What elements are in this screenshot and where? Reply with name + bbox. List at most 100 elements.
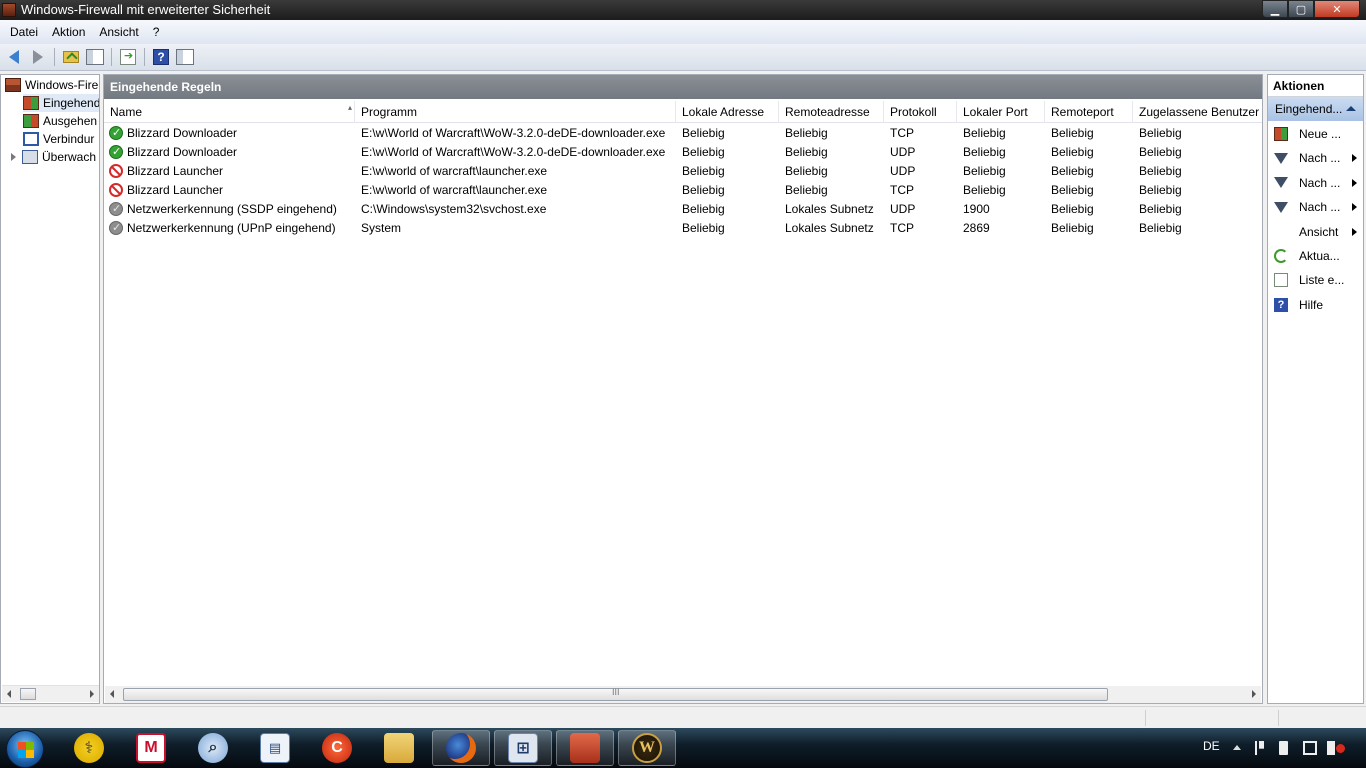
taskbar-app[interactable]: ⌕ bbox=[184, 730, 242, 766]
tree-item-connection-security[interactable]: Verbindur bbox=[23, 130, 94, 148]
action-item[interactable]: Neue ... bbox=[1268, 122, 1363, 146]
action-item[interactable]: Nach ... bbox=[1268, 195, 1363, 219]
taskbar-app[interactable]: ⊞ bbox=[494, 730, 552, 766]
forward-button[interactable] bbox=[27, 46, 49, 68]
scrollbar-thumb[interactable]: III bbox=[123, 687, 1108, 701]
show-hide-action-pane-icon bbox=[176, 49, 194, 65]
action-center-flag-icon[interactable] bbox=[1255, 741, 1269, 755]
expand-icon[interactable] bbox=[11, 153, 16, 161]
window-controls: ▁ ▢ ✕ bbox=[1262, 0, 1360, 18]
mcafee-icon: M bbox=[136, 733, 166, 763]
volume-muted-icon[interactable] bbox=[1327, 741, 1345, 755]
firefox-icon bbox=[446, 733, 476, 763]
table-row[interactable]: Blizzard Downloader E:\w\World of Warcraf… bbox=[104, 124, 1262, 143]
menu-datei[interactable]: Datei bbox=[3, 22, 45, 42]
tree-horizontal-scrollbar[interactable] bbox=[2, 685, 99, 702]
column-header-remoteadresse[interactable]: Remoteadresse bbox=[779, 101, 884, 123]
taskbar-app[interactable] bbox=[432, 730, 490, 766]
power-icon[interactable] bbox=[1279, 741, 1288, 755]
action-item[interactable]: Nach ... bbox=[1268, 171, 1363, 195]
submenu-arrow-icon bbox=[1352, 227, 1357, 236]
cell-text: Beliebig bbox=[682, 126, 725, 140]
table-cell: 1900 bbox=[957, 200, 1045, 219]
table-cell: C:\Windows\system32\svchost.exe bbox=[355, 200, 676, 219]
scrollbar-thumb[interactable] bbox=[20, 688, 36, 700]
taskbar-app[interactable]: ▤ bbox=[246, 730, 304, 766]
tree-item-inbound[interactable]: Eingehend bbox=[23, 94, 99, 112]
filter-icon bbox=[1274, 177, 1288, 189]
action-item[interactable]: Liste e... bbox=[1268, 268, 1363, 292]
close-button[interactable]: ✕ bbox=[1314, 0, 1360, 18]
cell-text: TCP bbox=[890, 126, 914, 140]
action-item[interactable]: Ansicht bbox=[1268, 220, 1363, 244]
cell-text: Netzwerkerkennung (SSDP eingehend) bbox=[127, 202, 337, 216]
taskbar-app[interactable] bbox=[556, 730, 614, 766]
column-header-programm[interactable]: Programm bbox=[355, 101, 676, 123]
tree-root[interactable]: Windows-Fire bbox=[5, 76, 98, 94]
column-header-zugelassene-benutzer[interactable]: Zugelassene Benutzer bbox=[1133, 101, 1262, 123]
menu-aktion[interactable]: Aktion bbox=[45, 22, 92, 42]
menu-help[interactable]: ? bbox=[146, 22, 167, 42]
up-one-level-button[interactable] bbox=[60, 46, 82, 68]
show-hide-action-pane-button[interactable] bbox=[174, 46, 196, 68]
taskbar-app[interactable]: C bbox=[308, 730, 366, 766]
help-button[interactable]: ? bbox=[150, 46, 172, 68]
table-row[interactable]: Netzwerkerkennung (SSDP eingehend) C:\Win… bbox=[104, 200, 1262, 219]
network-tray-icon[interactable] bbox=[1303, 741, 1317, 755]
cell-text: E:\w\World of Warcraft\WoW-3.2.0-deDE-do… bbox=[361, 126, 666, 140]
table-cell: Beliebig bbox=[1045, 219, 1133, 238]
scroll-left-icon[interactable] bbox=[110, 690, 114, 698]
column-header-lokaler-port[interactable]: Lokaler Port bbox=[957, 101, 1045, 123]
actions-section-inbound[interactable]: Eingehend... bbox=[1268, 97, 1363, 121]
taskbar-app[interactable]: ⚕ bbox=[60, 730, 118, 766]
minimize-button[interactable]: ▁ bbox=[1262, 0, 1288, 18]
table-row[interactable]: Blizzard Downloader E:\w\World of Warcraf… bbox=[104, 143, 1262, 162]
table-cell: Beliebig bbox=[676, 124, 779, 143]
taskbar-app[interactable] bbox=[370, 730, 428, 766]
column-header-lokale-adresse[interactable]: Lokale Adresse bbox=[676, 101, 779, 123]
table-cell: Beliebig bbox=[1045, 200, 1133, 219]
back-button[interactable] bbox=[3, 46, 25, 68]
column-header-protokoll[interactable]: Protokoll bbox=[884, 101, 957, 123]
maximize-button[interactable]: ▢ bbox=[1288, 0, 1314, 18]
cell-text: Beliebig bbox=[1051, 164, 1094, 178]
action-item[interactable]: Nach ... bbox=[1268, 146, 1363, 170]
scroll-right-icon[interactable] bbox=[1252, 690, 1256, 698]
ccleaner-icon: C bbox=[322, 733, 352, 763]
table-cell: Beliebig bbox=[1133, 124, 1262, 143]
scroll-right-icon[interactable] bbox=[90, 690, 94, 698]
table-row[interactable]: Blizzard Launcher E:\w\world of warcraft\… bbox=[104, 162, 1262, 181]
rules-horizontal-scrollbar[interactable]: III bbox=[105, 686, 1261, 703]
action-item[interactable]: Aktua... bbox=[1268, 244, 1363, 268]
tree-item-monitoring[interactable]: Überwach bbox=[11, 148, 96, 166]
cell-text: Blizzard Launcher bbox=[127, 183, 224, 197]
taskbar-app[interactable]: M bbox=[122, 730, 180, 766]
actions-title: Aktionen bbox=[1268, 75, 1363, 97]
column-header-label: Name bbox=[110, 105, 143, 119]
menu-ansicht[interactable]: Ansicht bbox=[92, 22, 145, 42]
column-header-remoteport[interactable]: Remoteport bbox=[1045, 101, 1133, 123]
show-hide-console-tree-button[interactable] bbox=[84, 46, 106, 68]
table-cell: Beliebig bbox=[1133, 162, 1262, 181]
table-row[interactable]: Netzwerkerkennung (UPnP eingehend) System… bbox=[104, 219, 1262, 238]
tree-item-outbound[interactable]: Ausgehen bbox=[23, 112, 97, 130]
tree-root-label: Windows-Fire bbox=[25, 78, 99, 92]
document-icon: ▤ bbox=[260, 733, 290, 763]
taskbar-app[interactable]: W bbox=[618, 730, 676, 766]
action-label: Nach ... bbox=[1299, 200, 1341, 215]
action-item[interactable]: ? Hilfe bbox=[1268, 293, 1363, 317]
start-button[interactable] bbox=[6, 730, 44, 768]
inbound-rules-icon bbox=[23, 96, 39, 110]
table-cell: Beliebig bbox=[676, 162, 779, 181]
scroll-left-icon[interactable] bbox=[7, 690, 11, 698]
table-cell: Beliebig bbox=[676, 143, 779, 162]
column-header-name[interactable]: Name ▴ bbox=[104, 101, 355, 123]
export-list-button[interactable] bbox=[117, 46, 139, 68]
language-indicator[interactable]: DE bbox=[1203, 739, 1220, 753]
table-cell: E:\w\world of warcraft\launcher.exe bbox=[355, 181, 676, 200]
show-hidden-icons-arrow[interactable] bbox=[1233, 745, 1241, 750]
cell-text: Beliebig bbox=[1051, 126, 1094, 140]
panel-title: Eingehende Regeln bbox=[104, 75, 1262, 99]
table-row[interactable]: Blizzard Launcher E:\w\world of warcraft\… bbox=[104, 181, 1262, 200]
table-cell: Beliebig bbox=[1045, 124, 1133, 143]
